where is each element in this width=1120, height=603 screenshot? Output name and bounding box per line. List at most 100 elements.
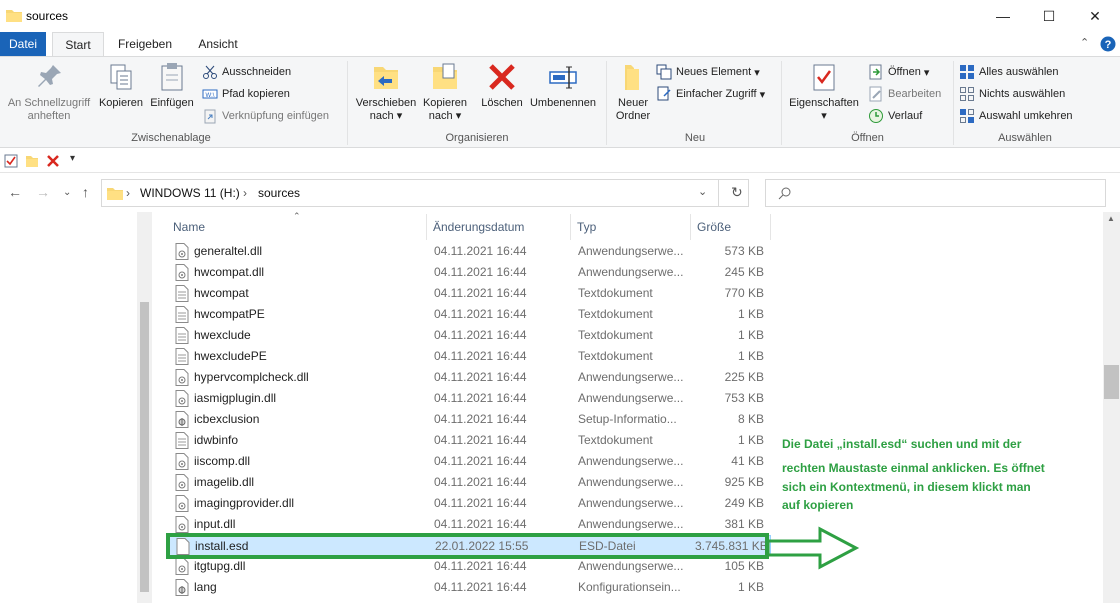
file-row[interactable]: imagelib.dll 04.11.2021 16:44 Anwendungser… xyxy=(167,472,771,493)
file-list-scrollbar[interactable]: ▲ xyxy=(1103,212,1120,603)
invert-selection-button[interactable]: Auswahl umkehren xyxy=(959,107,1073,125)
file-row[interactable]: generaltel.dll 04.11.2021 16:44 Anwendungs… xyxy=(167,241,771,262)
file-txt-icon xyxy=(175,432,189,449)
tab-ansicht[interactable]: Ansicht xyxy=(186,32,250,56)
select-none-button[interactable]: Nichts auswählen xyxy=(959,85,1065,103)
new-folder-icon[interactable] xyxy=(25,154,39,168)
file-size: 1 KB xyxy=(737,349,764,363)
recent-locations-icon[interactable]: ⌄ xyxy=(63,187,71,198)
file-type: Textdokument xyxy=(578,286,653,300)
file-name: lang xyxy=(194,580,217,594)
file-type: Anwendungserwe... xyxy=(578,370,684,384)
column-header-size[interactable]: Größe xyxy=(691,214,771,240)
rename-button[interactable]: Umbenennen xyxy=(527,61,599,110)
scrollbar-thumb[interactable] xyxy=(1104,365,1119,399)
file-dll-icon xyxy=(175,558,189,575)
new-folder-button[interactable]: Neuer Ordner xyxy=(610,61,656,123)
easy-access-button[interactable]: Einfacher Zugriff ▾ xyxy=(656,85,765,103)
file-name: hwexclude xyxy=(194,328,251,342)
paste-button[interactable]: Einfügen xyxy=(146,61,198,110)
help-icon[interactable]: ? xyxy=(1100,36,1116,52)
breadcrumb-separator[interactable]: › xyxy=(243,186,247,200)
minimize-button[interactable]: — xyxy=(980,0,1026,32)
forward-arrow-icon[interactable]: → xyxy=(36,184,50,200)
pin-quick-access-button[interactable]: An Schnellzugriff anheften xyxy=(4,61,94,123)
file-date: 04.11.2021 16:44 xyxy=(434,475,527,489)
column-header-name[interactable]: Name xyxy=(167,214,427,240)
file-row[interactable]: imagingprovider.dll 04.11.2021 16:44 Anwen… xyxy=(167,493,771,514)
delete-x-icon xyxy=(489,64,515,90)
properties-icon[interactable] xyxy=(4,154,18,168)
search-input[interactable] xyxy=(765,179,1106,207)
history-button[interactable]: Verlauf xyxy=(868,107,922,125)
address-dropdown-icon[interactable]: ⌄ xyxy=(698,185,707,198)
delete-x-icon[interactable] xyxy=(46,154,60,168)
scrollbar-thumb[interactable] xyxy=(140,302,149,592)
maximize-button[interactable]: ☐ xyxy=(1026,0,1072,32)
group-label-open: Öffnen xyxy=(851,132,884,144)
address-bar[interactable]: › WINDOWS 11 (H:) › sources ⌄ ↻ xyxy=(101,179,749,207)
breadcrumb-separator[interactable]: › xyxy=(126,186,130,200)
file-type: Anwendungserwe... xyxy=(578,265,684,279)
copy-path-button[interactable]: W:\ Pfad kopieren xyxy=(202,85,290,103)
breadcrumb-folder[interactable]: sources xyxy=(258,186,300,200)
file-row[interactable]: itgtupg.dll 04.11.2021 16:44 Anwendungserw… xyxy=(167,556,771,577)
column-header-date[interactable]: Änderungsdatum xyxy=(427,214,571,240)
back-arrow-icon[interactable]: ← xyxy=(8,184,22,200)
file-row[interactable]: hwcompat 04.11.2021 16:44 Textdokument 770 … xyxy=(167,283,771,304)
file-type: Anwendungserwe... xyxy=(578,496,684,510)
navigation-pane[interactable] xyxy=(0,212,152,603)
file-row[interactable]: hwcompatPE 04.11.2021 16:44 Textdokument 1 … xyxy=(167,304,771,325)
tab-start[interactable]: Start xyxy=(52,32,104,57)
customize-toolbar-icon[interactable]: ▾ xyxy=(70,153,75,164)
svg-text:?: ? xyxy=(1105,39,1112,51)
tab-freigeben[interactable]: Freigeben xyxy=(110,32,180,56)
file-name: iiscomp.dll xyxy=(194,454,251,468)
open-button[interactable]: Öffnen ▾ xyxy=(868,63,929,81)
file-size: 1 KB xyxy=(737,307,764,321)
properties-button[interactable]: Eigenschaften ▾ xyxy=(785,61,863,123)
breadcrumb-drive[interactable]: WINDOWS 11 (H:) xyxy=(140,186,240,200)
close-button[interactable]: ✕ xyxy=(1072,0,1118,32)
paste-shortcut-button[interactable]: Verknüpfung einfügen xyxy=(202,107,329,125)
file-type: Anwendungserwe... xyxy=(578,244,684,258)
scroll-up-icon[interactable]: ▲ xyxy=(1107,214,1115,223)
file-row[interactable]: idwbinfo 04.11.2021 16:44 Textdokument 1 KB xyxy=(167,430,771,451)
tab-datei[interactable]: Datei xyxy=(0,32,46,56)
delete-button[interactable]: Löschen xyxy=(478,61,526,110)
file-size: 573 KB xyxy=(724,244,764,258)
new-item-button[interactable]: Neues Element ▾ xyxy=(656,63,760,81)
file-row[interactable]: hwexclude 04.11.2021 16:44 Textdokument 1 K… xyxy=(167,325,771,346)
copy-button[interactable]: Kopieren xyxy=(96,61,146,110)
navigation-pane-scrollbar[interactable] xyxy=(137,212,152,603)
file-row[interactable]: iiscomp.dll 04.11.2021 16:44 Anwendungserw… xyxy=(167,451,771,472)
edit-button[interactable]: Bearbeiten xyxy=(868,85,941,103)
easy-access-icon xyxy=(657,86,671,101)
file-size: 770 KB xyxy=(724,286,764,300)
file-row[interactable]: input.dll 04.11.2021 16:44 Anwendungserwe.… xyxy=(167,514,771,535)
open-icon xyxy=(869,64,882,80)
file-row[interactable]: hwcompat.dll 04.11.2021 16:44 Anwendungser… xyxy=(167,262,771,283)
column-header-type[interactable]: Typ xyxy=(571,214,691,240)
file-row[interactable]: hypervcomplcheck.dll 04.11.2021 16:44 Anwe… xyxy=(167,367,771,388)
move-to-button[interactable]: Verschieben nach ▾ xyxy=(352,61,420,123)
file-size: 225 KB xyxy=(724,370,764,384)
file-name: imagelib.dll xyxy=(194,475,255,489)
file-date: 04.11.2021 16:44 xyxy=(434,244,527,258)
collapse-ribbon-icon[interactable]: ⌃ xyxy=(1080,36,1089,49)
select-all-button[interactable]: Alles auswählen xyxy=(959,63,1059,81)
file-name: imagingprovider.dll xyxy=(194,496,295,510)
file-row[interactable]: icbexclusion 04.11.2021 16:44 Setup-Inform… xyxy=(167,409,771,430)
file-date: 04.11.2021 16:44 xyxy=(434,370,527,384)
cut-button[interactable]: Ausschneiden xyxy=(202,63,291,81)
copy-to-button[interactable]: Kopieren nach ▾ xyxy=(420,61,470,123)
clipboard-icon xyxy=(161,63,183,91)
up-arrow-icon[interactable]: ↑ xyxy=(82,184,89,200)
file-row[interactable]: iasmigplugin.dll 04.11.2021 16:44 Anwendun… xyxy=(167,388,771,409)
file-row[interactable]: hwexcludePE 04.11.2021 16:44 Textdokument 1… xyxy=(167,346,771,367)
refresh-icon[interactable]: ↻ xyxy=(731,184,743,201)
file-row[interactable]: lang 04.11.2021 16:44 Konfigurationsein...… xyxy=(167,577,771,598)
file-type: Anwendungserwe... xyxy=(578,475,684,489)
copy-folder-icon xyxy=(433,63,457,89)
quick-access-toolbar: ▾ xyxy=(0,149,1120,173)
